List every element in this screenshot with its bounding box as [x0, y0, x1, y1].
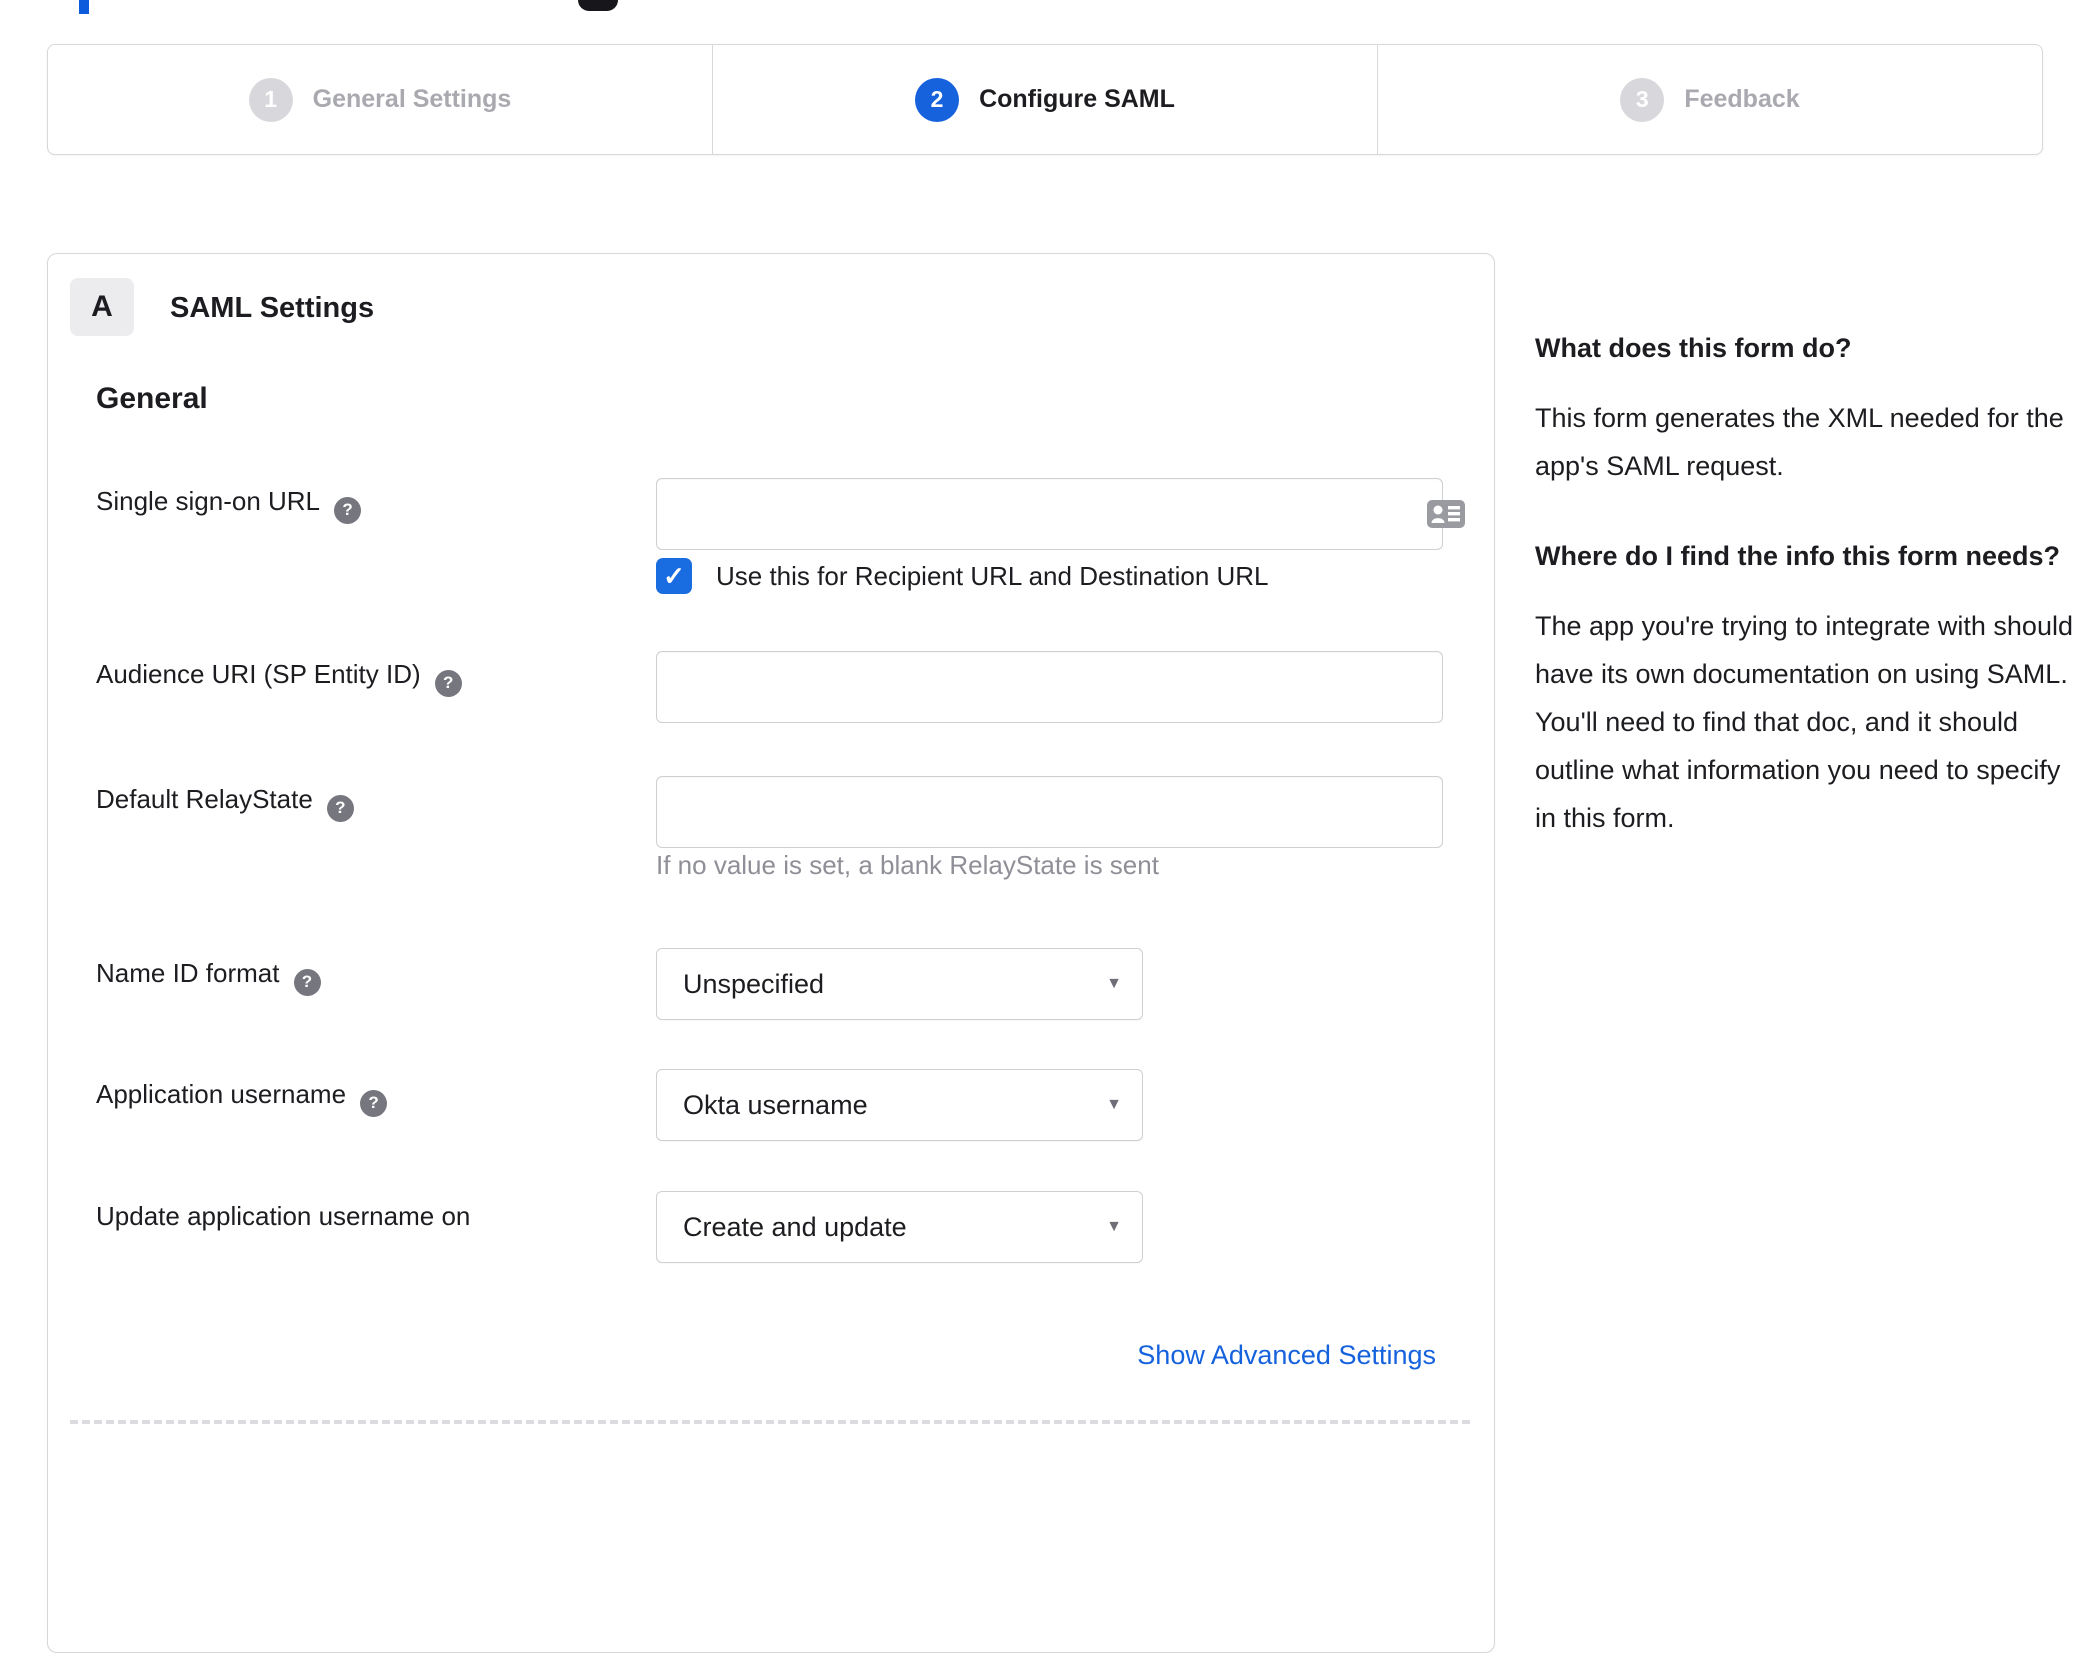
step-label: Configure SAML — [979, 85, 1175, 113]
select-value: Okta username — [683, 1089, 868, 1120]
step-number-badge: 1 — [248, 77, 293, 122]
audience-uri-input[interactable] — [656, 651, 1443, 723]
help-icon[interactable]: ? — [360, 1089, 388, 1117]
help-sidebar: What does this form do? This form genera… — [1535, 326, 2075, 886]
section-a-badge: A — [70, 278, 134, 336]
panel-bottom-dashed-divider — [70, 1420, 1470, 1424]
step-configure-saml: 2 Configure SAML — [712, 45, 1377, 154]
step-label: General Settings — [312, 85, 512, 113]
sidebar-body-where: The app you're trying to integrate with … — [1535, 611, 2073, 833]
sidebar-heading-what: What does this form do? — [1535, 333, 1852, 363]
step-number-badge: 3 — [1620, 77, 1665, 122]
select-value: Create and update — [683, 1211, 907, 1242]
select-value: Unspecified — [683, 968, 825, 999]
cropped-title-icon — [578, 0, 618, 11]
help-icon[interactable]: ? — [326, 794, 354, 822]
relaystate-helper-text: If no value is set, a blank RelayState i… — [656, 850, 1159, 880]
step-label: Feedback — [1684, 85, 1800, 113]
saml-settings-panel: A SAML Settings General Single sign-on U… — [47, 253, 1495, 1653]
field-label-application-username: Application username? — [96, 1079, 388, 1117]
default-relaystate-input[interactable] — [656, 776, 1443, 848]
field-label-update-application-username: Update application username on — [96, 1201, 471, 1231]
help-icon[interactable]: ? — [434, 669, 462, 697]
help-icon[interactable]: ? — [293, 968, 321, 996]
recipient-url-checkbox-row: ✓ Use this for Recipient URL and Destina… — [656, 558, 1269, 594]
recipient-url-checkbox-label[interactable]: Use this for Recipient URL and Destinati… — [716, 561, 1269, 592]
chevron-down-icon: ▼ — [1106, 1096, 1122, 1113]
single-sign-on-url-input[interactable] — [656, 478, 1443, 550]
help-icon[interactable]: ? — [334, 496, 362, 524]
sidebar-body-what: This form generates the XML needed for t… — [1535, 403, 2064, 481]
name-id-format-select[interactable]: Unspecified ▼ — [656, 948, 1143, 1020]
contact-card-autofill-icon[interactable] — [1426, 499, 1466, 529]
step-general-settings: 1 General Settings — [48, 45, 712, 154]
update-application-username-select[interactable]: Create and update ▼ — [656, 1191, 1143, 1263]
step-number-badge: 2 — [915, 77, 960, 122]
field-label-name-id-format: Name ID format? — [96, 958, 321, 996]
cropped-title-accent — [79, 0, 89, 14]
chevron-down-icon: ▼ — [1106, 1218, 1122, 1235]
chevron-down-icon: ▼ — [1106, 975, 1122, 992]
step-feedback: 3 Feedback — [1377, 45, 2042, 154]
group-title-general: General — [96, 382, 208, 415]
sidebar-heading-where: Where do I find the info this form needs… — [1535, 541, 2060, 571]
recipient-url-checkbox[interactable]: ✓ — [656, 558, 692, 594]
field-label-audience-uri: Audience URI (SP Entity ID)? — [96, 659, 462, 697]
field-label-single-sign-on-url: Single sign-on URL? — [96, 486, 362, 524]
application-username-select[interactable]: Okta username ▼ — [656, 1069, 1143, 1141]
field-label-default-relaystate: Default RelayState? — [96, 784, 354, 822]
show-advanced-settings-link[interactable]: Show Advanced Settings — [1137, 1340, 1436, 1371]
section-title: SAML Settings — [170, 292, 375, 324]
wizard-steps-bar: 1 General Settings 2 Configure SAML 3 Fe… — [47, 44, 2043, 155]
